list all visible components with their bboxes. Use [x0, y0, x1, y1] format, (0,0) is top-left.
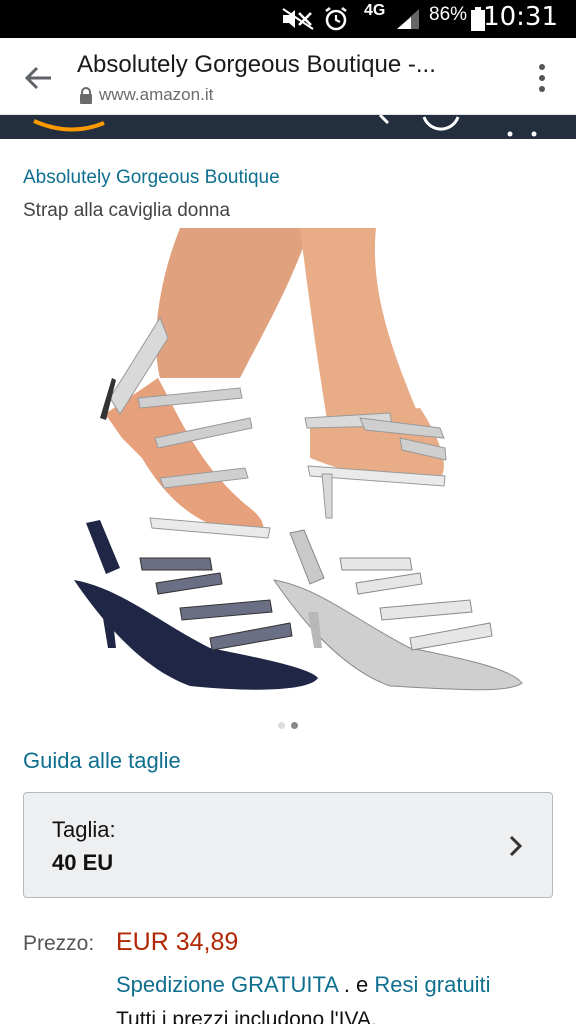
- price-value: EUR 34,89: [116, 928, 239, 956]
- product-title: Strap alla caviglia donna: [23, 200, 231, 221]
- brand-link[interactable]: Absolutely Gorgeous Boutique: [23, 167, 280, 189]
- size-label: Taglia:: [52, 817, 116, 842]
- amazon-smile-icon: [33, 119, 105, 132]
- status-bar: 4G 86% 10:31: [0, 0, 576, 38]
- size-value: 40 EU: [52, 850, 114, 875]
- arrow-left-icon: [24, 66, 51, 90]
- carousel-indicator: [0, 722, 576, 732]
- amazon-header: [0, 115, 576, 139]
- clock: 10:31: [483, 2, 558, 32]
- menu-icon: [507, 131, 513, 137]
- free-returns-link[interactable]: Resi gratuiti: [374, 972, 490, 997]
- account-icon: [422, 116, 460, 131]
- product-image[interactable]: [60, 228, 536, 710]
- url-bar[interactable]: www.amazon.it: [79, 85, 213, 105]
- page-title[interactable]: Absolutely Gorgeous Boutique -...: [77, 51, 477, 79]
- more-vert-icon: [539, 64, 545, 70]
- battery-percent: 86%: [429, 4, 468, 25]
- shipping-separator: . e: [337, 972, 375, 997]
- url-text: www.amazon.it: [99, 85, 214, 104]
- shipping-info: Spedizione GRATUITA . e Resi gratuiti: [116, 972, 491, 998]
- vat-note: Tutti i prezzi includono l'IVA.: [116, 1008, 377, 1024]
- size-guide-link[interactable]: Guida alle taglie: [23, 748, 181, 774]
- lock-icon: [80, 86, 92, 104]
- back-button[interactable]: [16, 56, 60, 100]
- free-shipping-link[interactable]: Spedizione GRATUITA: [116, 972, 338, 997]
- alarm-icon: [322, 6, 350, 32]
- signal-icon: [394, 6, 422, 32]
- overflow-menu-button[interactable]: [530, 60, 554, 96]
- size-selector[interactable]: Taglia: 40 EU: [23, 792, 553, 898]
- price-label: Prezzo:: [23, 932, 95, 955]
- chevron-right-icon: [509, 835, 523, 857]
- browser-toolbar: Absolutely Gorgeous Boutique -... www.am…: [0, 38, 576, 115]
- search-icon: [378, 115, 390, 125]
- network-type: 4G: [364, 2, 386, 19]
- carousel-dot[interactable]: [278, 722, 285, 729]
- mute-icon: [280, 6, 316, 32]
- carousel-dot-active[interactable]: [291, 722, 298, 729]
